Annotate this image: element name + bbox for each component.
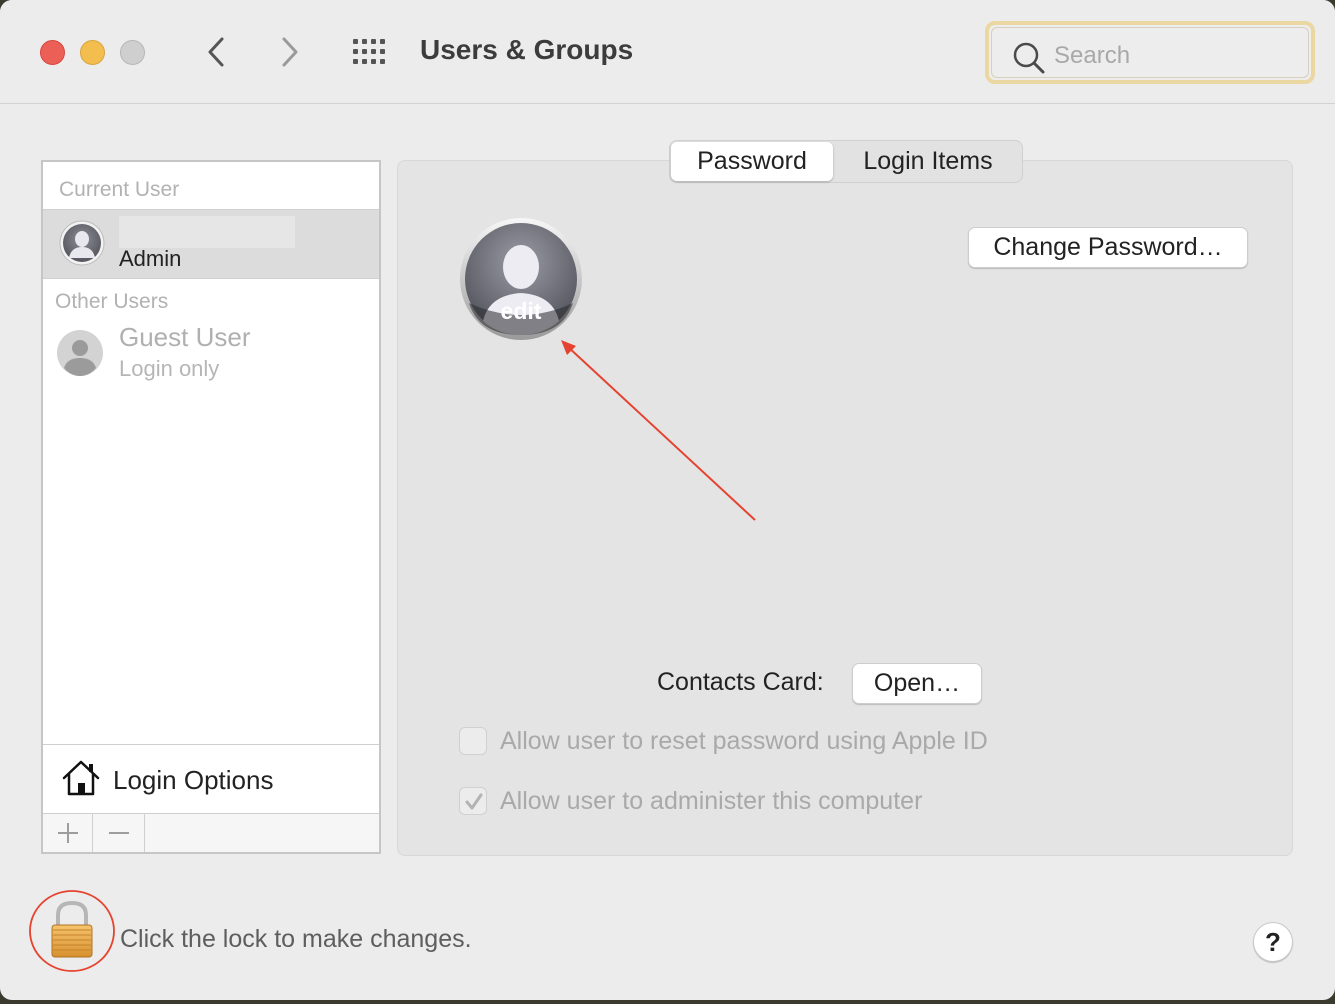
show-all-button[interactable] bbox=[352, 38, 390, 66]
remove-user-button[interactable] bbox=[93, 814, 145, 852]
annotation-arrow-icon bbox=[561, 340, 756, 521]
other-users-header: Other Users bbox=[55, 290, 169, 313]
zoom-window-button[interactable] bbox=[120, 40, 145, 65]
administer-label: Allow user to administer this computer bbox=[500, 787, 923, 815]
forward-button[interactable] bbox=[270, 30, 310, 74]
guest-avatar-icon bbox=[57, 330, 103, 376]
window-title: Users & Groups bbox=[420, 34, 634, 65]
add-remove-bar bbox=[43, 814, 379, 852]
close-window-button[interactable] bbox=[40, 40, 65, 65]
reset-password-checkbox[interactable] bbox=[459, 727, 487, 755]
current-user-name bbox=[119, 216, 295, 248]
help-button[interactable]: ? bbox=[1253, 922, 1293, 962]
current-user-header: Current User bbox=[59, 178, 180, 201]
add-user-button[interactable] bbox=[43, 814, 93, 852]
open-contacts-card-button[interactable]: Open… bbox=[852, 663, 982, 704]
tab-password[interactable]: Password bbox=[671, 142, 833, 181]
user-avatar-icon bbox=[59, 220, 105, 266]
toolbar: Users & Groups bbox=[0, 0, 1335, 104]
lock-icon bbox=[29, 890, 115, 972]
search-icon bbox=[1013, 42, 1045, 74]
lock-status-text: Click the lock to make changes. bbox=[120, 925, 472, 953]
users-sidebar: Current User Admin Other Users Guest Use… bbox=[41, 160, 381, 854]
lock-button[interactable] bbox=[28, 889, 116, 973]
back-button[interactable] bbox=[196, 30, 236, 74]
user-list-item-current[interactable]: Admin bbox=[43, 209, 379, 279]
change-password-button[interactable]: Change Password… bbox=[968, 227, 1248, 268]
minus-icon bbox=[108, 832, 129, 834]
chevron-left-icon bbox=[208, 37, 224, 67]
login-options-item[interactable]: Login Options bbox=[43, 744, 379, 814]
tab-bar: Password Login Items bbox=[669, 140, 1023, 183]
guest-user-subtitle: Login only bbox=[119, 356, 220, 381]
login-options-label: Login Options bbox=[113, 765, 274, 795]
system-preferences-window: Users & Groups Current User bbox=[0, 0, 1335, 1000]
search-field-inner bbox=[991, 27, 1309, 78]
guest-user-name: Guest User bbox=[119, 322, 251, 352]
show-all-grid-icon bbox=[353, 39, 385, 64]
administer-checkbox[interactable] bbox=[459, 787, 487, 815]
chevron-right-icon bbox=[282, 37, 298, 67]
search-input[interactable] bbox=[1054, 40, 1294, 72]
reset-password-label: Allow user to reset password using Apple… bbox=[500, 727, 988, 755]
plus-icon bbox=[57, 823, 78, 843]
user-list-item-guest[interactable]: Guest User Login only bbox=[43, 318, 379, 388]
tab-login-items[interactable]: Login Items bbox=[834, 141, 1022, 182]
avatar-edit-label: edit bbox=[500, 298, 542, 324]
minimize-window-button[interactable] bbox=[80, 40, 105, 65]
checkmark-icon bbox=[465, 793, 483, 810]
current-user-role: Admin bbox=[119, 246, 182, 271]
search-field[interactable] bbox=[985, 21, 1315, 84]
home-icon bbox=[62, 760, 100, 796]
contacts-card-label: Contacts Card: bbox=[657, 668, 824, 696]
